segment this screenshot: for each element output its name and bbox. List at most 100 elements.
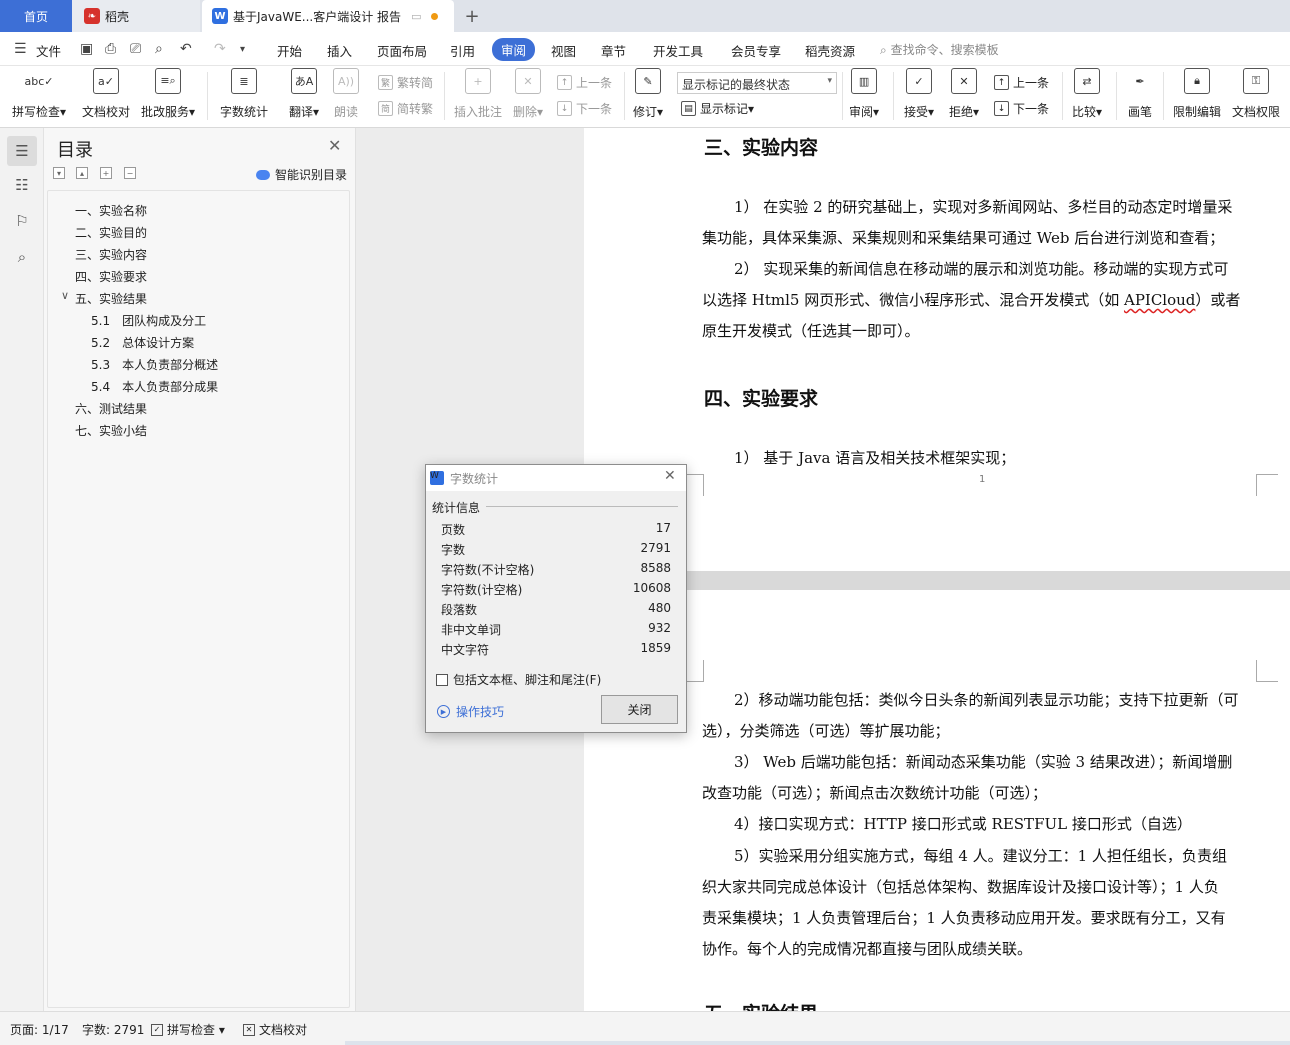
- menu-file[interactable]: 文件: [36, 41, 61, 60]
- dialog-titlebar[interactable]: W 字数统计 ✕: [426, 465, 686, 491]
- redo-icon[interactable]: ↷: [214, 41, 226, 57]
- read-aloud-button[interactable]: A)) 朗读: [333, 68, 359, 120]
- restrict-edit-button[interactable]: 🔒︎ 限制编辑: [1173, 68, 1221, 120]
- restrict-edit-label: 限制编辑: [1173, 105, 1222, 119]
- review-pane-button[interactable]: ▥ 审阅▾: [849, 68, 879, 120]
- ribbon-separator: [1116, 72, 1117, 120]
- close-button[interactable]: 关闭: [601, 695, 678, 724]
- toc-subitem[interactable]: 5.4 本人负责部分成果: [91, 378, 218, 395]
- track-changes-button[interactable]: ✎ 修订▾: [633, 68, 663, 120]
- spellcheck-button[interactable]: abc✓ 拼写检查▾: [12, 68, 66, 120]
- review-pane-icon: ▥: [851, 68, 878, 94]
- chevron-down-icon[interactable]: ▾: [240, 44, 245, 55]
- hamburger-icon[interactable]: ☰: [14, 41, 27, 57]
- expand-up-icon[interactable]: ▴: [76, 167, 88, 179]
- menu-insert[interactable]: 插入: [327, 41, 352, 60]
- toc-subitem[interactable]: 5.2 总体设计方案: [91, 334, 194, 351]
- undo-icon[interactable]: ↶: [180, 41, 192, 57]
- menu-review[interactable]: 审阅: [492, 38, 536, 61]
- track-changes-label: 修订: [633, 105, 658, 119]
- toc-item[interactable]: 六、测试结果: [75, 400, 147, 417]
- toc-item[interactable]: 三、实验内容: [75, 246, 147, 263]
- next-change-button[interactable]: ↓ 下一条: [994, 100, 1049, 117]
- reject-button[interactable]: ✕ 拒绝▾: [949, 68, 979, 120]
- toc-panel-button[interactable]: ☰: [7, 136, 37, 166]
- navigation-button[interactable]: ☷: [7, 170, 37, 200]
- doc-permission-button[interactable]: ⚿ 文档权限: [1232, 68, 1280, 120]
- accept-button[interactable]: ✓ 接受▾: [904, 68, 934, 120]
- export-pdf-icon[interactable]: ⎙: [105, 41, 116, 57]
- menu-chapter[interactable]: 章节: [601, 41, 626, 60]
- menu-view[interactable]: 视图: [551, 41, 576, 60]
- menu-reference[interactable]: 引用: [450, 41, 475, 60]
- menu-member[interactable]: 会员专享: [731, 41, 781, 60]
- stat-value: 480: [648, 601, 671, 615]
- checkbox-box[interactable]: [436, 673, 448, 686]
- find-button[interactable]: ⌕: [7, 242, 37, 272]
- word-count-button[interactable]: ≣ 字数统计: [220, 68, 268, 120]
- include-textbox-checkbox[interactable]: 包括文本框、脚注和尾注(F): [436, 671, 601, 688]
- show-markup-button[interactable]: ▤ 显示标记 ▾: [681, 100, 754, 117]
- remove-heading-icon[interactable]: −: [124, 167, 136, 179]
- compare-button[interactable]: ⇄ 比较▾: [1072, 68, 1102, 120]
- spelling-error-word[interactable]: APICloud: [1124, 291, 1195, 309]
- command-search[interactable]: ⌕ 查找命令、搜索模板: [880, 41, 999, 58]
- toc-item[interactable]: 一、实验名称: [75, 202, 147, 219]
- menu-daoke-resources[interactable]: 稻壳资源: [805, 41, 855, 60]
- prev-change-button[interactable]: ↑ 上一条: [994, 74, 1049, 91]
- page-indicator[interactable]: 页面: 1/17: [10, 1021, 69, 1038]
- word-count-indicator[interactable]: 字数: 2791: [82, 1021, 144, 1038]
- smart-toc-button[interactable]: 智能识别目录: [256, 166, 347, 183]
- spellcheck-status[interactable]: ✓ 拼写检查 ▾: [151, 1021, 225, 1038]
- accept-label: 接受: [904, 105, 929, 119]
- menu-page-layout[interactable]: 页面布局: [377, 41, 427, 60]
- to-traditional-button[interactable]: 繁繁转简: [378, 74, 433, 91]
- batch-service-button[interactable]: ≡⌕ 批改服务▾: [141, 68, 195, 120]
- doc-check-button[interactable]: a✓ 文档校对: [82, 68, 130, 120]
- screen-icon[interactable]: ▭: [411, 10, 421, 23]
- new-tab-button[interactable]: +: [460, 0, 484, 32]
- bookmark-button[interactable]: ⚐: [7, 206, 37, 236]
- insert-comment-button[interactable]: + 插入批注: [454, 68, 502, 120]
- tips-link[interactable]: ▶ 操作技巧: [437, 703, 504, 720]
- horizontal-scrollbar[interactable]: [345, 1041, 1290, 1045]
- print-preview-icon[interactable]: ⌕: [155, 41, 163, 57]
- markup-state-select[interactable]: 显示标记的最终状态 ▾: [677, 72, 837, 94]
- toc-item[interactable]: 七、实验小结: [75, 422, 147, 439]
- section-heading: 五、实验结果: [704, 999, 818, 1011]
- menu-start[interactable]: 开始: [277, 41, 302, 60]
- add-heading-icon[interactable]: +: [100, 167, 112, 179]
- stat-row: 非中文单词 932: [441, 619, 671, 639]
- close-icon[interactable]: ✕: [328, 136, 341, 155]
- prev-comment-button[interactable]: ↑ 上一条: [557, 74, 612, 91]
- document-page[interactable]: 2）移动端功能包括：类似今日头条的新闻列表显示功能；支持下拉更新（可 选），分类…: [584, 590, 1290, 1011]
- toc-subitem[interactable]: 5.1 团队构成及分工: [91, 312, 206, 329]
- command-search-placeholder: 查找命令、搜索模板: [890, 43, 999, 57]
- toc-item[interactable]: 四、实验要求: [75, 268, 147, 285]
- toc-item-expanded[interactable]: ∨ 五、实验结果: [61, 289, 147, 307]
- toc-item[interactable]: 二、实验目的: [75, 224, 147, 241]
- tab-daoke[interactable]: ❧ 稻壳: [72, 0, 200, 32]
- paragraph-line: 原生开发模式（任选其一即可）。: [702, 322, 920, 340]
- margin-corner-mark: [1256, 660, 1278, 682]
- doc-check-status[interactable]: ✕ 文档校对: [243, 1021, 307, 1038]
- next-comment-button[interactable]: ↓ 下一条: [557, 100, 612, 117]
- delete-comment-button[interactable]: ✕ 删除▾: [513, 68, 543, 120]
- save-icon[interactable]: ▣: [80, 41, 93, 57]
- pen-button[interactable]: ✒ 画笔: [1127, 68, 1153, 120]
- translate-button[interactable]: あA 翻译▾: [289, 68, 319, 120]
- next-change-label: 下一条: [1013, 102, 1050, 116]
- menu-bar: ☰ 文件 ▣ ⎙ ⎚ ⌕ ↶ ↷ ▾ 开始 插入 页面布局 引用 审阅 视图 章…: [0, 32, 1290, 66]
- collapse-all-icon[interactable]: ▾: [53, 167, 65, 179]
- stat-value: 10608: [632, 581, 671, 595]
- outline-icon: ☷: [15, 176, 29, 194]
- toc-subitem[interactable]: 5.3 本人负责部分概述: [91, 356, 218, 373]
- print-icon[interactable]: ⎚: [130, 41, 141, 57]
- tab-document[interactable]: W 基于JavaWE...客户端设计 报告 ▭: [202, 0, 454, 32]
- document-page[interactable]: 三、实验内容 1） 在实验 2 的研究基础上，实现对多新闻网站、多栏目的动态定时…: [584, 128, 1290, 571]
- chevron-down-icon[interactable]: ∨: [61, 289, 69, 302]
- close-icon[interactable]: ✕: [664, 468, 676, 484]
- menu-developer[interactable]: 开发工具: [653, 41, 703, 60]
- tab-home[interactable]: 首页: [0, 0, 72, 32]
- to-simplified-button[interactable]: 简简转繁: [378, 100, 433, 117]
